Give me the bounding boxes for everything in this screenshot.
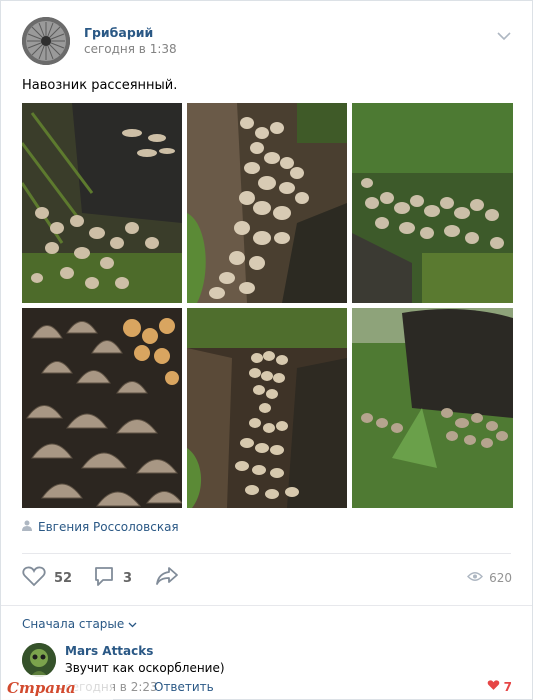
share-button[interactable] <box>155 567 179 589</box>
comment-count: 3 <box>123 570 133 586</box>
heart-icon <box>487 679 500 694</box>
comments-divider <box>1 605 532 606</box>
community-avatar[interactable] <box>22 17 70 65</box>
views-counter: 620 <box>467 571 512 585</box>
post-photo-3[interactable] <box>352 103 513 303</box>
comment-like-count: 7 <box>503 679 512 694</box>
post-photo-4[interactable] <box>22 308 182 508</box>
post-author-link[interactable]: Грибарий <box>84 25 153 40</box>
comment-icon <box>93 565 115 591</box>
photo-author-link[interactable]: Евгения Россоловская <box>22 520 179 534</box>
views-count: 620 <box>489 571 512 585</box>
divider <box>22 553 511 554</box>
post-photo-6[interactable] <box>352 308 513 508</box>
photo-author-name: Евгения Россоловская <box>38 520 179 534</box>
post-photo-2[interactable] <box>187 103 347 303</box>
post-photo-5[interactable] <box>187 308 347 508</box>
sort-label: Сначала старые <box>22 617 125 631</box>
like-button[interactable]: 52 <box>22 565 73 591</box>
comments-sort-dropdown[interactable]: Сначала старые <box>22 617 137 631</box>
user-icon <box>22 520 32 534</box>
comment-like-button[interactable]: 7 <box>487 679 512 694</box>
comment-avatar[interactable] <box>22 643 56 677</box>
heart-icon <box>22 565 46 591</box>
comment-text: Звучит как оскорбление) <box>65 661 225 675</box>
post-photo-1[interactable] <box>22 103 182 303</box>
share-icon <box>155 565 179 591</box>
eye-icon <box>467 571 484 585</box>
like-count: 52 <box>54 570 73 586</box>
chevron-down-icon[interactable] <box>496 27 512 41</box>
comment-button[interactable]: 3 <box>93 567 132 589</box>
post-time[interactable]: сегодня в 1:38 <box>84 42 177 56</box>
reply-button[interactable]: Ответить <box>154 680 214 694</box>
comment-author-link[interactable]: Mars Attacks <box>65 644 153 658</box>
chevron-down-icon <box>128 617 137 631</box>
site-watermark: Страна Мам <box>1 675 113 700</box>
post-text: Навозник рассеянный. <box>22 78 178 93</box>
post-card: Грибарий сегодня в 1:38 Навозник рассеян… <box>0 0 533 700</box>
